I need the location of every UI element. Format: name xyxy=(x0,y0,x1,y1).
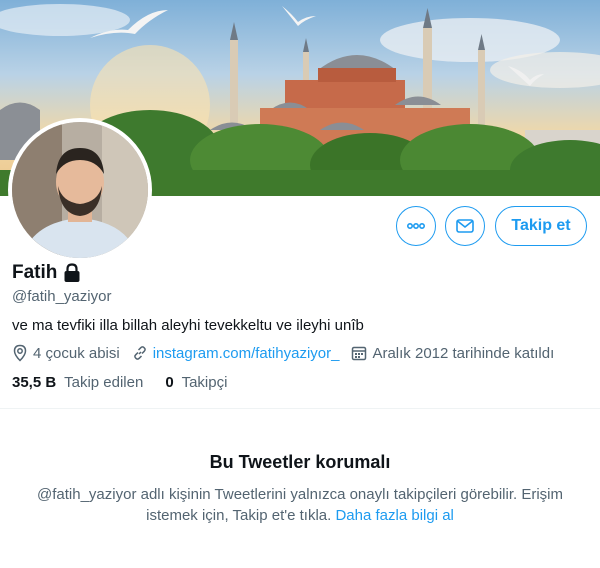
joined-item: Aralık 2012 tarihinde katıldı xyxy=(351,345,554,362)
profile-name-row: Fatih xyxy=(12,262,81,284)
calendar-icon xyxy=(352,346,367,361)
protected-text: @fatih_yaziyor adlı kişinin Tweetlerini … xyxy=(37,486,563,524)
mail-icon xyxy=(456,219,474,233)
location-item: 4 çocuk abisi xyxy=(12,344,120,362)
followers-stat[interactable]: 0 Takipçi xyxy=(165,374,227,391)
message-button[interactable] xyxy=(445,206,485,246)
following-label: Takip edilen xyxy=(64,374,144,391)
more-options-button[interactable] xyxy=(396,206,436,246)
learn-more-link[interactable]: Daha fazla bilgi al xyxy=(335,507,453,524)
profile-name: Fatih xyxy=(12,262,58,283)
followers-label: Takipçi xyxy=(181,374,228,391)
protected-description: @fatih_yaziyor adlı kişinin Tweetlerini … xyxy=(30,484,570,526)
section-divider xyxy=(0,408,600,409)
website-link[interactable]: instagram.com/fatihyaziyor_ xyxy=(153,345,340,362)
link-icon xyxy=(133,346,146,360)
followers-count: 0 xyxy=(165,374,174,391)
lock-icon xyxy=(64,263,80,282)
more-icon xyxy=(406,223,426,230)
location-text: 4 çocuk abisi xyxy=(33,344,120,362)
avatar-photo xyxy=(12,122,148,258)
profile-stats: 35,5 B Takip edilen 0 Takipçi xyxy=(12,374,249,391)
protected-title: Bu Tweetler korumalı xyxy=(209,452,391,472)
profile-avatar[interactable] xyxy=(8,118,152,262)
location-pin-icon xyxy=(13,344,27,362)
following-stat[interactable]: 35,5 B Takip edilen xyxy=(12,374,143,391)
following-count: 35,5 B xyxy=(12,374,57,391)
joined-text: Aralık 2012 tarihinde katıldı xyxy=(372,344,555,362)
profile-bio: ve ma tevfiki illa billah aleyhi tevekke… xyxy=(12,317,364,334)
follow-button[interactable]: Takip et xyxy=(495,206,587,246)
profile-handle: @fatih_yaziyor xyxy=(12,288,112,305)
profile-meta: 4 çocuk abisi instagram.com/fatihyaziyor… xyxy=(12,344,566,362)
website-item[interactable]: instagram.com/fatihyaziyor_ xyxy=(132,345,340,362)
